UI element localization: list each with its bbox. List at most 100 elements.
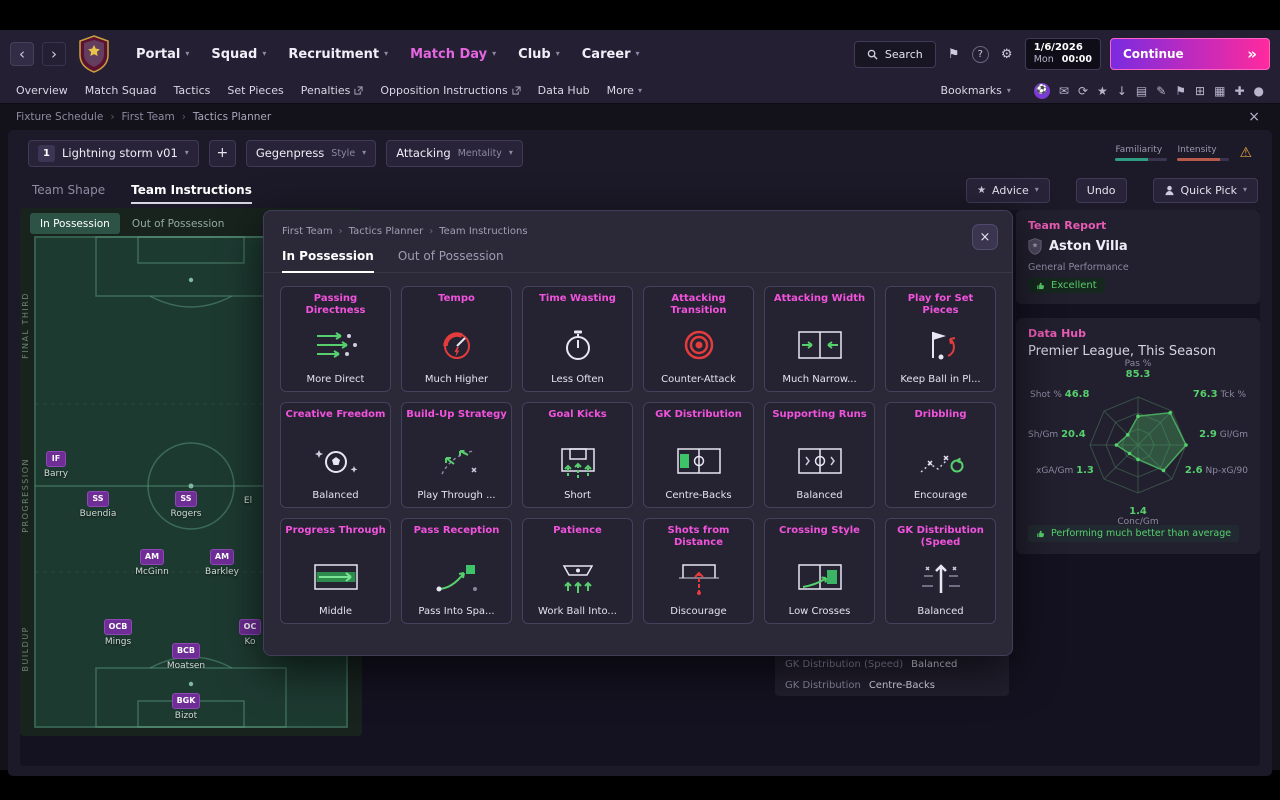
performance-rating-badge: Excellent bbox=[1028, 278, 1105, 293]
help-icon[interactable]: ? bbox=[971, 45, 989, 63]
calendar-icon[interactable]: ⊞ bbox=[1195, 85, 1205, 97]
pitch-tab-out-of-possession[interactable]: Out of Possession bbox=[122, 213, 235, 234]
download-icon[interactable]: ↓ bbox=[1117, 85, 1127, 97]
player-name: Barry bbox=[43, 468, 69, 479]
nav-club[interactable]: Club ▾ bbox=[518, 47, 560, 62]
card-creative-freedom[interactable]: Creative Freedom Balanced bbox=[280, 402, 391, 508]
tab-team-instructions[interactable]: Team Instructions bbox=[131, 183, 252, 204]
list-item[interactable]: GK Distribution Centre-Backs bbox=[775, 675, 1009, 696]
player-token[interactable]: IF Barry bbox=[21, 446, 91, 479]
card-pass-reception[interactable]: Pass Reception Pass Into Spa... bbox=[401, 518, 512, 624]
card-attacking-width[interactable]: Attacking Width Much Narrow... bbox=[764, 286, 875, 392]
advice-button[interactable]: ★ Advice ▾ bbox=[966, 177, 1050, 203]
pitch-tab-in-possession[interactable]: In Possession bbox=[30, 213, 120, 234]
dialog-tab-in-possession[interactable]: In Possession bbox=[282, 249, 374, 273]
card-tempo[interactable]: Tempo Much Higher bbox=[401, 286, 512, 392]
chat-icon[interactable]: ⚽ bbox=[1033, 82, 1050, 99]
attacking-width-icon bbox=[793, 316, 847, 374]
subnav-tactics[interactable]: Tactics bbox=[174, 84, 211, 97]
club-crest[interactable] bbox=[78, 35, 110, 73]
card-dribbling[interactable]: Dribbling Encourage bbox=[885, 402, 996, 508]
zone-buildup: BUILDUP bbox=[21, 626, 30, 672]
mail-icon[interactable]: ✉ bbox=[1059, 85, 1069, 97]
undo-button[interactable]: Undo bbox=[1075, 177, 1127, 203]
supporting-runs-icon bbox=[793, 432, 847, 490]
data-hub-title: Data Hub bbox=[1028, 327, 1086, 340]
tactic-select[interactable]: 1 Lightning storm v01 ▾ bbox=[28, 139, 199, 167]
player-token[interactable]: BCB Moatsen bbox=[151, 638, 221, 671]
card-play-for-set-pieces[interactable]: Play for Set Pieces Keep Ball in Pl... bbox=[885, 286, 996, 392]
subnav-overview[interactable]: Overview bbox=[16, 84, 68, 97]
card-gk-distribution[interactable]: GK Distribution Centre-Backs bbox=[643, 402, 754, 508]
stat-glgm: 2.9 Gl/Gm bbox=[1199, 429, 1248, 440]
subnav-more[interactable]: More ▾ bbox=[607, 84, 642, 97]
nav-recruitment[interactable]: Recruitment ▾ bbox=[288, 47, 388, 62]
news-icon[interactable]: ▤ bbox=[1136, 85, 1147, 97]
refresh-icon[interactable]: ⟳ bbox=[1078, 85, 1088, 97]
player-token[interactable]: OCB Mings bbox=[83, 614, 153, 647]
nav-squad[interactable]: Squad ▾ bbox=[211, 47, 266, 62]
player-token[interactable]: AM Barkley bbox=[187, 544, 257, 577]
back-button[interactable]: ‹ bbox=[10, 42, 34, 66]
team-stats-radar-chart: Pas % 85.3 Shot % 46.8 76.3 Tck % Sh/Gm 2… bbox=[1028, 359, 1248, 527]
subnav-penalties[interactable]: Penalties bbox=[301, 84, 364, 97]
nav-portal[interactable]: Portal ▾ bbox=[136, 47, 189, 62]
flag-icon[interactable]: ⚑ bbox=[1175, 85, 1186, 97]
continue-arrows-icon: » bbox=[1247, 45, 1257, 63]
dialog-tab-out-of-possession[interactable]: Out of Possession bbox=[398, 249, 504, 272]
subnav-set-pieces[interactable]: Set Pieces bbox=[227, 84, 283, 97]
bookmark-icon[interactable]: ⚑ bbox=[945, 47, 963, 62]
player-token[interactable]: AM McGinn bbox=[117, 544, 187, 577]
trophy-icon[interactable]: ★ bbox=[1097, 85, 1108, 97]
player-name: Moatsen bbox=[166, 660, 206, 671]
medical-icon[interactable]: ✚ bbox=[1234, 85, 1244, 97]
card-patience[interactable]: Patience Work Ball Into... bbox=[522, 518, 633, 624]
intensity-warning-icon[interactable]: ⚠ bbox=[1239, 145, 1252, 161]
list-item[interactable]: GK Distribution (Speed) Balanced bbox=[775, 654, 1009, 675]
mentality-select[interactable]: Attacking Mentality ▾ bbox=[386, 139, 523, 167]
external-link-icon bbox=[512, 86, 521, 95]
card-progress-through[interactable]: Progress Through Middle bbox=[280, 518, 391, 624]
team-report-panel[interactable]: Team Report Aston Villa General Performa… bbox=[1016, 210, 1260, 304]
dialog-crumb-first-team[interactable]: First Team bbox=[282, 226, 333, 237]
search-button[interactable]: Search bbox=[853, 40, 936, 68]
bookmarks-dropdown[interactable]: Bookmarks ▾ bbox=[940, 84, 1010, 97]
subnav-data-hub[interactable]: Data Hub bbox=[538, 84, 590, 97]
nav-match-day[interactable]: Match Day ▾ bbox=[410, 47, 496, 62]
player-token[interactable]: SS Buendia bbox=[63, 486, 133, 519]
card-shots-from-distance[interactable]: Shots from Distance Discourage bbox=[643, 518, 754, 624]
card-goal-kicks[interactable]: Goal Kicks Short bbox=[522, 402, 633, 508]
card-build-up-strategy[interactable]: Build-Up Strategy Play Through ... bbox=[401, 402, 512, 508]
player-token[interactable]: SS Rogers bbox=[151, 486, 221, 519]
continue-button[interactable]: Continue » bbox=[1110, 38, 1270, 70]
edit-icon[interactable]: ✎ bbox=[1156, 85, 1166, 97]
nav-career[interactable]: Career ▾ bbox=[582, 47, 640, 62]
crumb-fixture-schedule[interactable]: Fixture Schedule bbox=[16, 111, 103, 123]
set-pieces-icon bbox=[914, 316, 968, 374]
card-supporting-runs[interactable]: Supporting Runs Balanced bbox=[764, 402, 875, 508]
add-tactic-button[interactable]: + bbox=[208, 139, 236, 167]
card-gk-distribution-speed[interactable]: GK Distribution (Speed Balanced bbox=[885, 518, 996, 624]
crumb-tactics-planner: Tactics Planner bbox=[175, 111, 271, 123]
crumb-first-team[interactable]: First Team bbox=[103, 111, 175, 123]
subnav-match-squad[interactable]: Match Squad bbox=[85, 84, 157, 97]
dialog-close-button[interactable]: × bbox=[972, 224, 998, 250]
subnav-opposition-instructions[interactable]: Opposition Instructions bbox=[380, 84, 521, 97]
card-crossing-style[interactable]: Crossing Style Low Crosses bbox=[764, 518, 875, 624]
style-select[interactable]: Gegenpress Style ▾ bbox=[245, 139, 377, 167]
settings-gear-icon[interactable]: ⚙ bbox=[998, 47, 1016, 62]
attacking-transition-icon bbox=[672, 316, 726, 374]
dialog-crumb-tactics-planner[interactable]: Tactics Planner bbox=[333, 226, 424, 237]
card-passing-directness[interactable]: Passing Directness More Direct bbox=[280, 286, 391, 392]
data-hub-panel[interactable]: Data Hub Premier League, This Season Pas… bbox=[1016, 318, 1260, 554]
grid-icon[interactable]: ▦ bbox=[1214, 85, 1225, 97]
card-time-wasting[interactable]: Time Wasting Less Often bbox=[522, 286, 633, 392]
status-icon[interactable]: ● bbox=[1254, 85, 1264, 97]
quick-pick-button[interactable]: Quick Pick ▾ bbox=[1152, 177, 1258, 203]
player-token[interactable]: BGK Bizot bbox=[151, 688, 221, 721]
tab-team-shape[interactable]: Team Shape bbox=[32, 183, 105, 197]
game-date[interactable]: 1/6/2026 Mon 00:00 bbox=[1024, 38, 1101, 70]
forward-button[interactable]: › bbox=[42, 42, 66, 66]
close-view-icon[interactable]: × bbox=[1244, 109, 1264, 125]
card-attacking-transition[interactable]: Attacking Transition Counter-Attack bbox=[643, 286, 754, 392]
